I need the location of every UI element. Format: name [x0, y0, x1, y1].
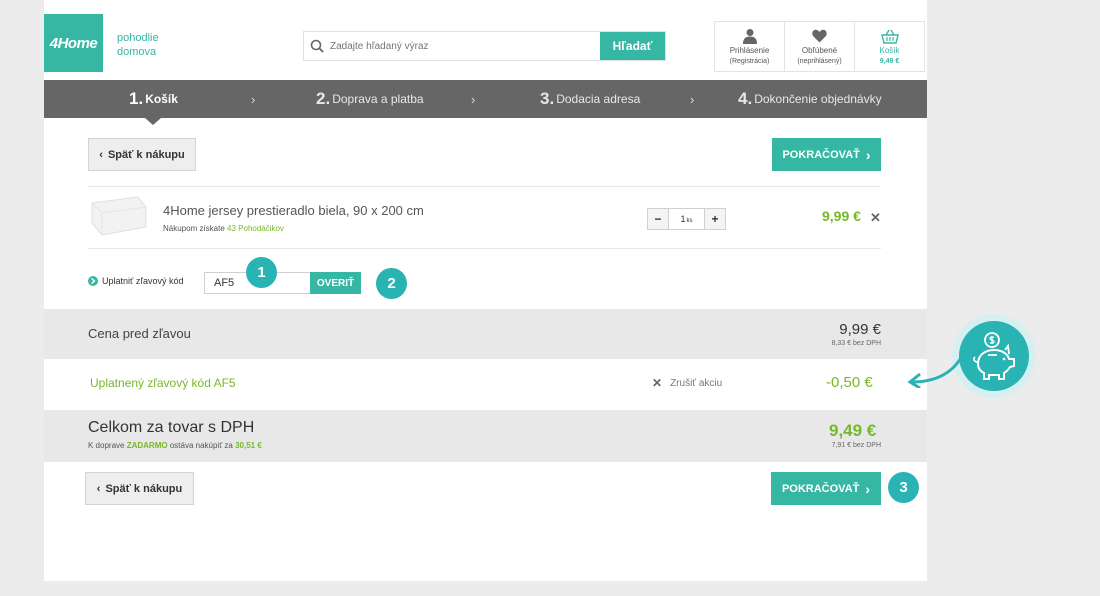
- discount-label: Uplatnený zľavový kód AF5: [90, 376, 236, 390]
- logo-text: 4Home: [49, 34, 98, 52]
- subtotal-label: Cena pred zľavou: [88, 326, 191, 341]
- search-input[interactable]: [330, 32, 600, 60]
- tagline: pohodlie domova: [117, 31, 159, 59]
- arrow-circle-icon: [88, 276, 98, 286]
- login-link[interactable]: Prihlásenie (Registrácia): [715, 22, 785, 71]
- chevron-right-icon: ›: [690, 91, 695, 107]
- discount-value: -0,50 €: [826, 374, 873, 391]
- step-number: 3.: [540, 89, 555, 108]
- heart-icon: [812, 28, 827, 44]
- subtotal-value: 9,99 €: [839, 321, 881, 338]
- login-label: Prihlásenie: [729, 46, 770, 55]
- remove-item-icon[interactable]: ✕: [870, 210, 881, 226]
- quantity-value[interactable]: 1 ks: [668, 209, 705, 229]
- step-label: Dokončenie objednávky: [754, 92, 882, 106]
- register-label: (Registrácia): [729, 58, 770, 65]
- chevron-left-icon: ‹: [99, 148, 103, 161]
- chevron-right-icon: ›: [471, 91, 476, 107]
- user-icon: [742, 28, 757, 44]
- back-to-shop-button-bottom[interactable]: ‹ Späť k nákupu: [85, 472, 194, 505]
- step-number: 4.: [738, 89, 753, 108]
- cart-label: Košík: [879, 46, 900, 55]
- piggy-bank-icon: [959, 321, 1029, 391]
- coupon-toggle[interactable]: Uplatniť zľavový kód: [88, 276, 184, 286]
- cancel-discount-link[interactable]: ✕ Zrušiť akciu: [652, 376, 722, 390]
- chevron-right-icon: ›: [865, 146, 871, 163]
- quantity-stepper: − 1 ks +: [647, 208, 726, 230]
- close-icon: ✕: [652, 376, 663, 390]
- subtotal-net: 8,33 € bez DPH: [831, 340, 881, 347]
- product-price: 9,99 €: [822, 208, 861, 224]
- ship-mid: ostáva nakúpiť za: [169, 441, 233, 450]
- step-label: Doprava a platba: [332, 92, 424, 106]
- chevron-right-icon: ›: [865, 480, 871, 497]
- step-cart[interactable]: 1. Košík: [129, 80, 178, 118]
- continue-label: POKRAČOVAŤ: [782, 148, 860, 161]
- logo[interactable]: 4Home: [44, 14, 103, 72]
- cart-link[interactable]: Košík 9,49 €: [855, 22, 924, 71]
- cancel-label: Zrušiť akciu: [670, 377, 723, 389]
- step-number: 2.: [316, 89, 331, 108]
- search-bar: Hľadať: [303, 31, 666, 61]
- favorites-status: (neprihlásený): [797, 58, 842, 65]
- tagline-line1: pohodlie: [117, 32, 159, 44]
- step-badge-1: 1: [246, 257, 277, 288]
- step-number: 1.: [129, 89, 144, 108]
- back-label: Späť k nákupu: [105, 482, 183, 495]
- continue-label: POKRAČOVAŤ: [781, 482, 860, 495]
- total-label: Celkom za tovar s DPH: [88, 419, 255, 436]
- ship-prefix: K doprave: [88, 441, 125, 450]
- step-address[interactable]: 3. Dodacia adresa: [540, 80, 640, 118]
- favorites-link[interactable]: Obľúbené (neprihlásený): [785, 22, 855, 71]
- increase-button[interactable]: +: [705, 209, 725, 229]
- verify-coupon-button[interactable]: OVERIŤ: [310, 272, 361, 294]
- search-icon: [304, 32, 330, 60]
- divider: [88, 186, 881, 187]
- step-label: Dodacia adresa: [556, 92, 641, 106]
- qty-unit: ks: [686, 217, 693, 224]
- step-badge-3: 3: [888, 472, 919, 503]
- chevron-left-icon: ‹: [96, 482, 101, 495]
- total-value: 9,49 €: [829, 421, 877, 440]
- ship-free: ZADARMO: [126, 441, 168, 450]
- favorites-label: Obľúbené: [801, 46, 838, 55]
- back-to-shop-button-top[interactable]: ‹ Späť k nákupu: [88, 138, 196, 171]
- total-net: 7,91 € bez DPH: [831, 442, 881, 449]
- divider: [88, 248, 881, 249]
- tagline-line2: domova: [117, 46, 157, 58]
- points-prefix: Nákupom získate: [163, 224, 225, 233]
- product-points: Nákupom získate 43 Pohodáčikov: [163, 224, 284, 233]
- shipping-note: K doprave ZADARMO ostáva nakúpiť za 30,5…: [88, 441, 262, 450]
- checkout-steps: 1. Košík › 2. Doprava a platba › 3. Doda…: [44, 80, 927, 125]
- back-label: Späť k nákupu: [107, 148, 185, 161]
- product-image[interactable]: [88, 193, 148, 239]
- points-value: 43 Pohodáčikov: [227, 224, 284, 233]
- active-step-pointer: [145, 118, 161, 125]
- decrease-button[interactable]: −: [648, 209, 668, 229]
- account-bar: Prihlásenie (Registrácia) Obľúbené (nepr…: [714, 21, 925, 72]
- continue-button-bottom[interactable]: POKRAČOVAŤ ›: [771, 472, 881, 505]
- coupon-label: Uplatniť zľavový kód: [102, 276, 184, 286]
- basket-icon: [880, 28, 899, 44]
- step-badge-2: 2: [376, 268, 407, 299]
- step-shipping[interactable]: 2. Doprava a platba: [316, 80, 424, 118]
- arrow-pointer-icon: [907, 355, 964, 388]
- search-button[interactable]: Hľadať: [600, 32, 665, 60]
- chevron-right-icon: ›: [251, 91, 256, 107]
- step-finish[interactable]: 4. Dokončenie objednávky: [738, 80, 882, 118]
- cart-total: 9,49 €: [879, 58, 900, 65]
- product-name[interactable]: 4Home jersey prestieradlo biela, 90 x 20…: [163, 203, 424, 218]
- continue-button-top[interactable]: POKRAČOVAŤ ›: [772, 138, 881, 171]
- ship-amount: 30,51 €: [235, 441, 262, 450]
- step-label: Košík: [145, 92, 178, 106]
- qty-number: 1: [680, 214, 686, 224]
